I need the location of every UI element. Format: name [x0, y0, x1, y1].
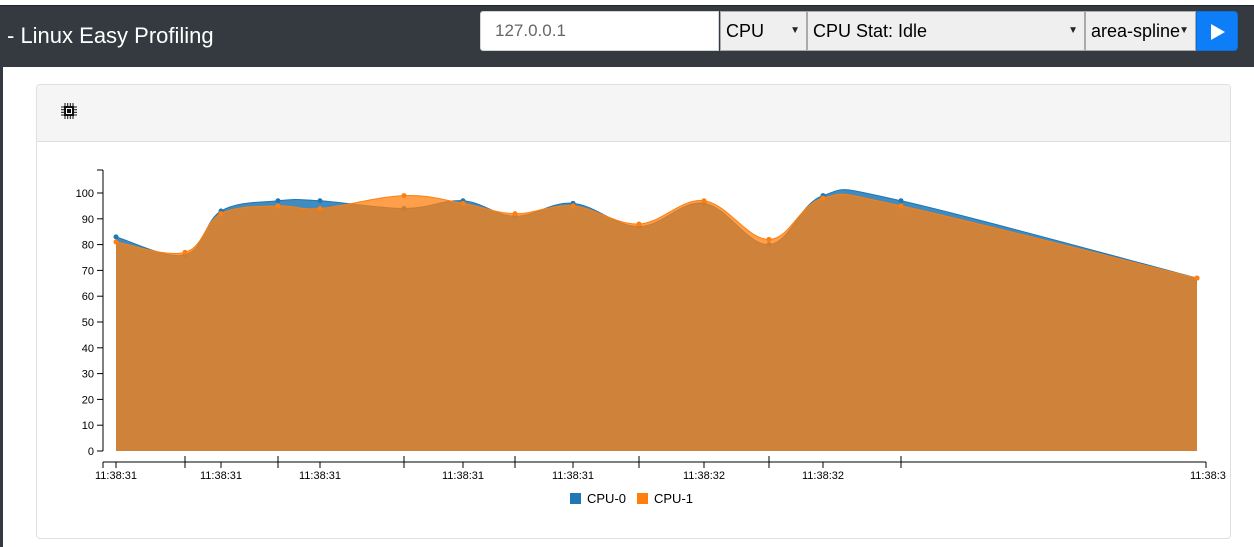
cpu-chip-icon: [61, 103, 77, 119]
chevron-down-icon: ▼: [790, 25, 800, 36]
metric-stat-value: CPU Stat: Idle: [813, 21, 928, 41]
play-icon: [1211, 24, 1225, 40]
app-title: - Linux Easy Profiling: [7, 23, 214, 48]
chart-card: [36, 84, 1231, 539]
chart-type-value: area-spline: [1091, 21, 1181, 41]
metric-kind-select[interactable]: CPU ▼: [720, 11, 807, 51]
metric-kind-value: CPU: [726, 21, 765, 41]
chart-type-select[interactable]: area-spline ▼: [1085, 11, 1196, 51]
metric-stat-select[interactable]: CPU Stat: Idle ▼: [807, 11, 1085, 51]
card-header: [37, 85, 1230, 142]
host-input[interactable]: [480, 11, 719, 51]
chevron-down-icon: ▼: [1068, 25, 1078, 36]
run-button[interactable]: [1196, 11, 1238, 51]
left-edge: [0, 67, 3, 547]
chevron-down-icon: ▼: [1179, 25, 1189, 36]
